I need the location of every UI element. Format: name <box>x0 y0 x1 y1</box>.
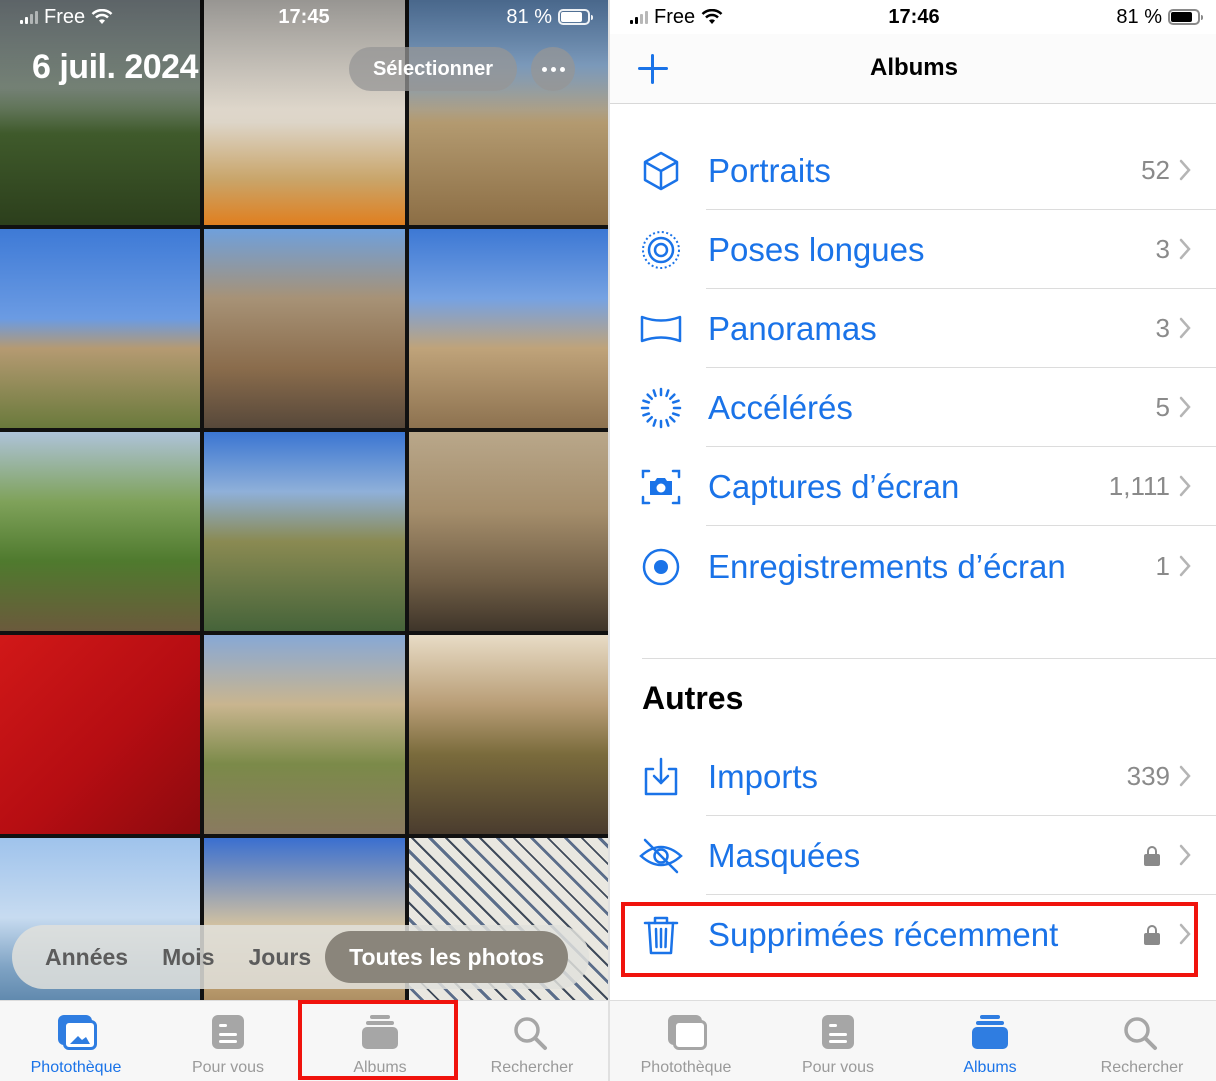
album-label: Captures d’écran <box>708 467 960 505</box>
tab-label: Rechercher <box>490 1059 574 1076</box>
photo-thumbnail[interactable] <box>0 229 200 428</box>
album-count: 1 <box>1155 551 1170 581</box>
long-exposure-icon <box>638 227 684 273</box>
album-count: 52 <box>1141 155 1170 185</box>
album-row-screen-recordings[interactable]: Enregistrements d’écran 1 <box>610 527 1216 606</box>
battery-icon <box>1168 9 1203 25</box>
cube-icon <box>638 148 684 194</box>
view-switcher: Années Mois Jours Toutes les photos <box>12 925 589 989</box>
view-option-all-photos[interactable]: Toutes les photos <box>325 931 569 983</box>
albums-icon <box>968 1013 1012 1053</box>
albums-screen: Free 17:46 81 % Albums Portraits 52 Pose… <box>608 0 1216 1081</box>
album-count: 1,111 <box>1108 471 1170 501</box>
hidden-eye-icon <box>638 833 684 879</box>
ellipsis-icon <box>541 66 547 72</box>
photos-library-screen: Free 17:45 81 % 6 juil. 2024 Sélectionne… <box>0 0 608 1081</box>
album-count: 3 <box>1155 313 1170 343</box>
photo-library-icon <box>54 1013 98 1053</box>
album-count: 339 <box>1126 761 1170 791</box>
select-button[interactable]: Sélectionner <box>349 47 517 91</box>
album-label: Panoramas <box>708 309 877 347</box>
tab-label: Pour vous <box>191 1059 265 1076</box>
import-icon <box>638 754 684 800</box>
search-icon <box>510 1013 554 1053</box>
photo-grid <box>0 0 608 1037</box>
panorama-icon <box>638 306 684 352</box>
timelapse-icon <box>638 385 684 431</box>
album-row-timelapses[interactable]: Accélérés 5 <box>610 368 1216 447</box>
row-divider <box>706 525 1216 526</box>
photo-thumbnail[interactable] <box>409 432 608 631</box>
view-option-months[interactable]: Mois <box>152 944 224 971</box>
album-row-hidden[interactable]: Masquées <box>610 816 1216 895</box>
photo-thumbnail[interactable] <box>0 432 200 631</box>
chevron-right-icon <box>1179 555 1191 577</box>
tab-for-you[interactable]: Pour vous <box>152 1001 304 1081</box>
more-button[interactable] <box>531 47 575 91</box>
tab-label: Photothèque <box>30 1059 122 1076</box>
chevron-right-icon <box>1179 765 1191 787</box>
tab-label: Rechercher <box>1100 1059 1184 1076</box>
album-label: Masquées <box>708 836 861 874</box>
for-you-icon <box>206 1013 250 1053</box>
album-label: Enregistrements d’écran <box>708 547 1066 585</box>
view-option-years[interactable]: Années <box>35 944 138 971</box>
tab-label: Albums <box>963 1059 1017 1076</box>
for-you-icon <box>816 1013 860 1053</box>
chevron-right-icon <box>1179 844 1191 866</box>
battery-percent: 81 % <box>506 5 552 28</box>
chevron-right-icon <box>1179 475 1191 497</box>
chevron-right-icon <box>1179 159 1191 181</box>
album-count: 3 <box>1155 234 1170 264</box>
section-divider <box>642 658 1216 659</box>
photo-thumbnail[interactable] <box>409 635 608 834</box>
tab-bar: Photothèque Pour vous Albums Rechercher <box>610 1000 1216 1081</box>
photo-thumbnail[interactable] <box>204 635 405 834</box>
tab-for-you[interactable]: Pour vous <box>762 1001 914 1081</box>
tab-label: Photothèque <box>640 1059 732 1076</box>
tab-library[interactable]: Photothèque <box>610 1001 762 1081</box>
status-bar: Free 17:46 81 % <box>610 0 1216 34</box>
tab-label: Pour vous <box>801 1059 875 1076</box>
battery-icon <box>558 9 593 25</box>
lock-icon <box>1144 846 1160 866</box>
photo-thumbnail[interactable] <box>204 229 405 428</box>
status-bar: Free 17:45 81 % <box>0 0 608 34</box>
photo-thumbnail[interactable] <box>204 432 405 631</box>
photo-library-icon <box>664 1013 708 1053</box>
chevron-right-icon <box>1179 317 1191 339</box>
album-label: Accélérés <box>708 388 853 426</box>
photo-thumbnail[interactable] <box>0 635 200 834</box>
navigation-bar: Albums <box>610 34 1216 104</box>
album-row-imports[interactable]: Imports 339 <box>610 737 1216 816</box>
screen-recording-icon <box>638 544 684 590</box>
chevron-right-icon <box>1179 238 1191 260</box>
photo-thumbnail[interactable] <box>409 229 608 428</box>
album-count: 5 <box>1155 392 1170 422</box>
album-row-portraits[interactable]: Portraits 52 <box>610 131 1216 210</box>
view-option-days[interactable]: Jours <box>238 944 321 971</box>
album-label: Poses longues <box>708 230 925 268</box>
album-row-screenshots[interactable]: Captures d’écran 1,111 <box>610 447 1216 526</box>
highlight-box-albums-tab <box>298 1000 458 1080</box>
highlight-box-recently-deleted <box>621 902 1198 977</box>
screenshot-icon <box>638 464 684 510</box>
album-label: Portraits <box>708 151 831 189</box>
date-title: 6 juil. 2024 <box>32 48 199 86</box>
album-row-long-exposures[interactable]: Poses longues 3 <box>610 210 1216 289</box>
tab-albums[interactable]: Albums <box>914 1001 1066 1081</box>
tab-search[interactable]: Rechercher <box>456 1001 608 1081</box>
chevron-right-icon <box>1179 396 1191 418</box>
tab-library[interactable]: Photothèque <box>0 1001 152 1081</box>
album-label: Imports <box>708 757 819 795</box>
battery-percent: 81 % <box>1116 5 1162 28</box>
album-row-panoramas[interactable]: Panoramas 3 <box>610 289 1216 368</box>
section-title-others: Autres <box>642 680 744 716</box>
tab-search[interactable]: Rechercher <box>1066 1001 1216 1081</box>
page-title: Albums <box>869 54 958 81</box>
search-icon <box>1120 1013 1164 1053</box>
